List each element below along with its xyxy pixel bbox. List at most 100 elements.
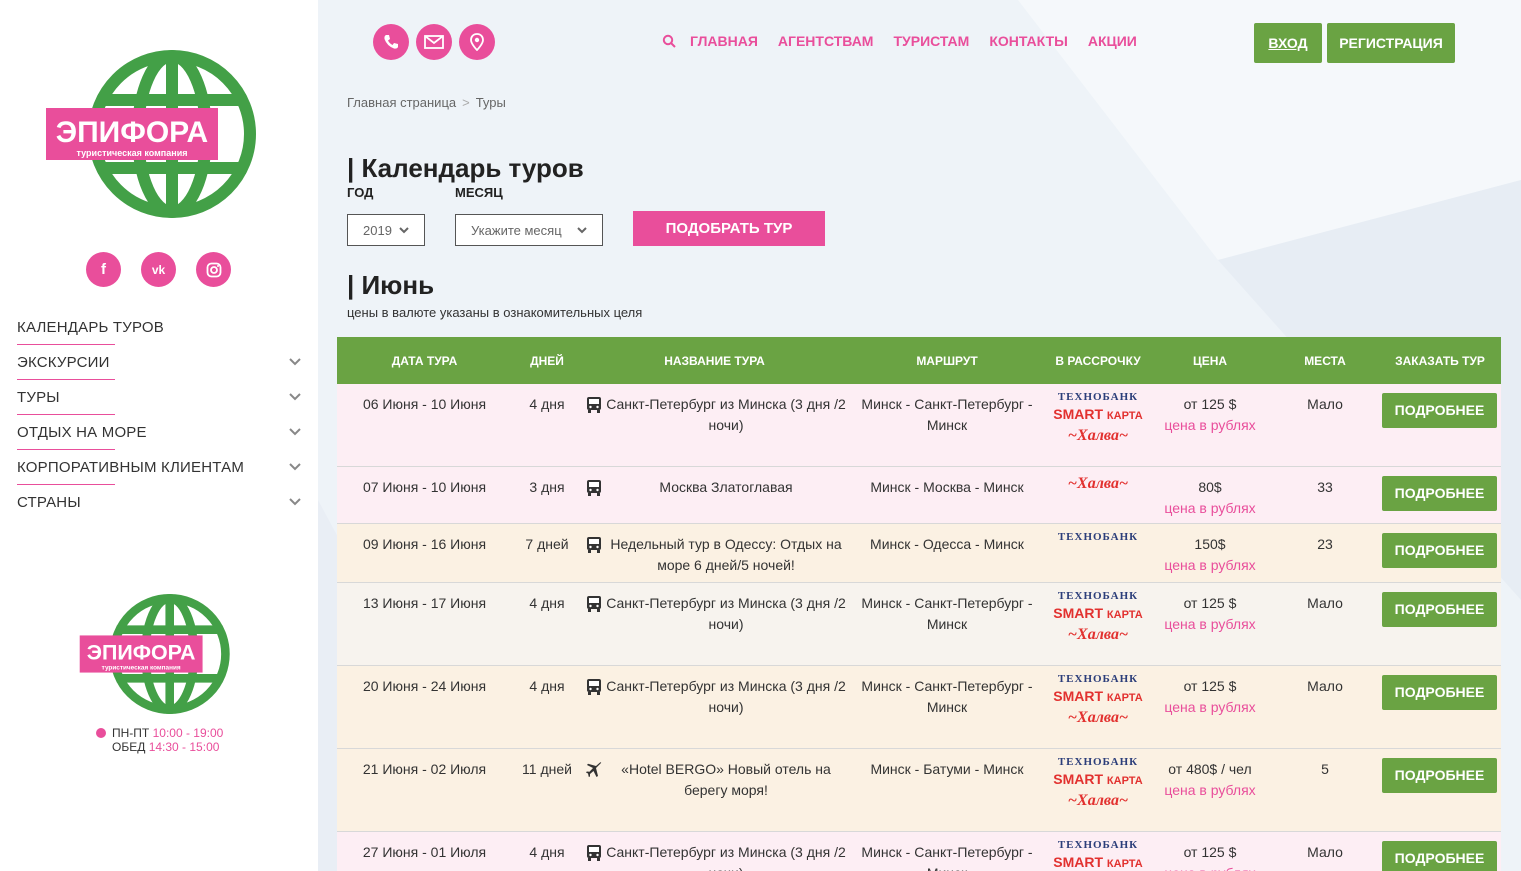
tour-date: 20 Июня - 24 Июня [362,678,487,694]
month-select[interactable]: Укажите месяц [455,214,603,246]
chevron-down-icon[interactable] [289,460,301,472]
technobank-logo: ТЕХНОБАНК [1057,391,1139,403]
tour-route: Минск - Санкт-Петербург - Минск [861,396,1033,433]
breadcrumb: Главная страница > Туры [347,95,506,110]
details-button[interactable]: ПОДРОБНЕЕ [1382,675,1497,710]
sidebar-item[interactable]: ОТДЫХ НА МОРЕ [17,415,307,450]
tour-route: Минск - Батуми - Минск [870,761,1024,777]
price-rub-link[interactable]: цена в рублях [1149,863,1271,871]
chevron-down-icon[interactable] [289,390,301,402]
sidebar-item[interactable]: СТРАНЫ [17,485,307,520]
details-button[interactable]: ПОДРОБНЕЕ [1382,758,1497,793]
tour-price: от 125 $ цена в рублях [1149,676,1271,718]
sidebar-item[interactable]: КАЛЕНДАРЬ ТУРОВ [17,310,307,345]
tour-seats: Мало [1307,678,1343,694]
table-row: 07 Июня - 10 Июня 3 дня Москва Златоглавая… [337,467,1501,524]
main-content: ГЛАВНАЯ АГЕНТСТВАМ ТУРИСТАМ КОНТАКТЫ АКЦ… [318,0,1521,871]
price-rub-link[interactable]: цена в рублях [1149,614,1271,635]
tour-days: 4 дня [529,396,565,412]
find-tour-button[interactable]: ПОДОБРАТЬ ТУР [633,211,825,246]
tour-price: 150$ цена в рублях [1149,534,1271,576]
footer-logo: ЭПИФОРА туристическая компания [79,594,230,714]
halva-logo: ~Халва~ [1067,792,1129,809]
breadcrumb-home[interactable]: Главная страница [347,95,456,110]
vk-icon[interactable]: vk [141,252,176,287]
tour-name[interactable]: Санкт-Петербург из Минска (3 дня /2 ночи… [605,842,847,871]
sidebar-item-label: ЭКСКУРСИИ [17,354,110,371]
tour-route: Минск - Санкт-Петербург - Минск [861,595,1033,632]
chevron-down-icon[interactable] [289,425,301,437]
sidebar-item-label: КОРПОРАТИВНЫМ КЛИЕНТАМ [17,459,245,476]
sidebar-item-label: СТРАНЫ [17,494,81,511]
chevron-down-icon[interactable] [289,355,301,367]
price-value: 150$ [1194,536,1226,552]
logo[interactable]: ЭПИФОРА туристическая компания [44,50,256,218]
sidebar-item-label: ОТДЫХ НА МОРЕ [17,424,147,441]
bus-icon [583,595,605,619]
tour-seats: Мало [1307,396,1343,412]
tour-price: от 125 $ цена в рублях [1149,394,1271,436]
tour-name[interactable]: Недельный тур в Одессу: Отдых на море 6 … [605,534,847,576]
price-rub-link[interactable]: цена в рублях [1149,498,1271,519]
nav-home[interactable]: ГЛАВНАЯ [690,33,758,49]
tour-days: 4 дня [529,595,565,611]
price-rub-link[interactable]: цена в рублях [1149,780,1271,801]
details-button[interactable]: ПОДРОБНЕЕ [1382,592,1497,627]
location-icon[interactable] [459,24,495,60]
svg-text:туристическая компания: туристическая компания [102,665,181,672]
bus-icon [583,678,605,702]
tour-seats: Мало [1307,595,1343,611]
col-name: НАЗВАНИЕ ТУРА [664,353,765,368]
bus-icon [583,844,605,868]
tour-name[interactable]: Санкт-Петербург из Минска (3 дня /2 ночи… [605,593,847,635]
details-button[interactable]: ПОДРОБНЕЕ [1382,841,1497,871]
details-button[interactable]: ПОДРОБНЕЕ [1382,476,1497,511]
chevron-down-icon[interactable] [289,495,301,507]
breadcrumb-current: Туры [475,95,506,110]
smart-card-logo: SMART КАРТА [1053,688,1143,704]
facebook-icon[interactable]: f [86,252,121,287]
chevron-down-icon [577,227,587,234]
tour-date: 09 Июня - 16 Июня [362,536,487,552]
tour-name[interactable]: «Hotel BERGO» Новый отель на берегу моря… [605,759,847,801]
contact-icons [373,24,495,60]
table-row: 20 Июня - 24 Июня 4 дня Санкт-Петербург из… [337,666,1501,749]
login-button[interactable]: ВХОД [1254,23,1322,63]
installment-logos: ~Халва~ [1047,474,1149,494]
register-button[interactable]: РЕГИСТРАЦИЯ [1327,23,1455,63]
year-select[interactable]: 2019 [347,214,425,246]
phone-icon[interactable] [373,24,409,60]
col-seats: МЕСТА [1304,353,1346,368]
breadcrumb-separator: > [462,95,470,110]
bus-icon [583,536,605,560]
nav-agencies[interactable]: АГЕНТСТВАМ [778,33,874,49]
price-rub-link[interactable]: цена в рублях [1149,697,1271,718]
instagram-icon[interactable] [196,252,231,287]
tour-route: Минск - Одесса - Минск [870,536,1024,552]
mail-icon[interactable] [416,24,452,60]
halva-logo: ~Халва~ [1067,626,1129,643]
price-rub-link[interactable]: цена в рублях [1149,555,1271,576]
sidebar-item[interactable]: ЭКСКУРСИИ [17,345,307,380]
smart-card-logo: SMART КАРТА [1053,406,1143,422]
price-rub-link[interactable]: цена в рублях [1149,415,1271,436]
nav-promotions[interactable]: АКЦИИ [1088,33,1137,49]
table-row: 06 Июня - 10 Июня 4 дня Санкт-Петербург из… [337,384,1501,467]
details-button[interactable]: ПОДРОБНЕЕ [1382,393,1497,428]
sidebar-item[interactable]: КОРПОРАТИВНЫМ КЛИЕНТАМ [17,450,307,485]
halva-logo: ~Халва~ [1067,709,1129,726]
tour-name[interactable]: Москва Златоглавая [605,477,847,498]
installment-logos: ТЕХНОБАНК SMART КАРТА ~Халва~ [1047,590,1149,645]
nav-tourists[interactable]: ТУРИСТАМ [893,33,969,49]
sidebar-menu: КАЛЕНДАРЬ ТУРОВ ЭКСКУРСИИ ТУРЫ ОТДЫХ НА МОР… [17,310,307,520]
svg-text:туристическая компания: туристическая компания [77,148,188,158]
tour-name[interactable]: Санкт-Петербург из Минска (3 дня /2 ночи… [605,394,847,436]
price-value: от 125 $ [1183,844,1237,860]
nav-contacts[interactable]: КОНТАКТЫ [989,33,1067,49]
table-header: ДАТА ТУРА ДНЕЙ НАЗВАНИЕ ТУРА МАРШРУТ В Р… [337,337,1501,384]
halva-logo: ~Халва~ [1067,475,1129,492]
details-button[interactable]: ПОДРОБНЕЕ [1382,533,1497,568]
sidebar-item[interactable]: ТУРЫ [17,380,307,415]
search-icon[interactable] [662,34,676,48]
tour-name[interactable]: Санкт-Петербург из Минска (3 дня /2 ночи… [605,676,847,718]
